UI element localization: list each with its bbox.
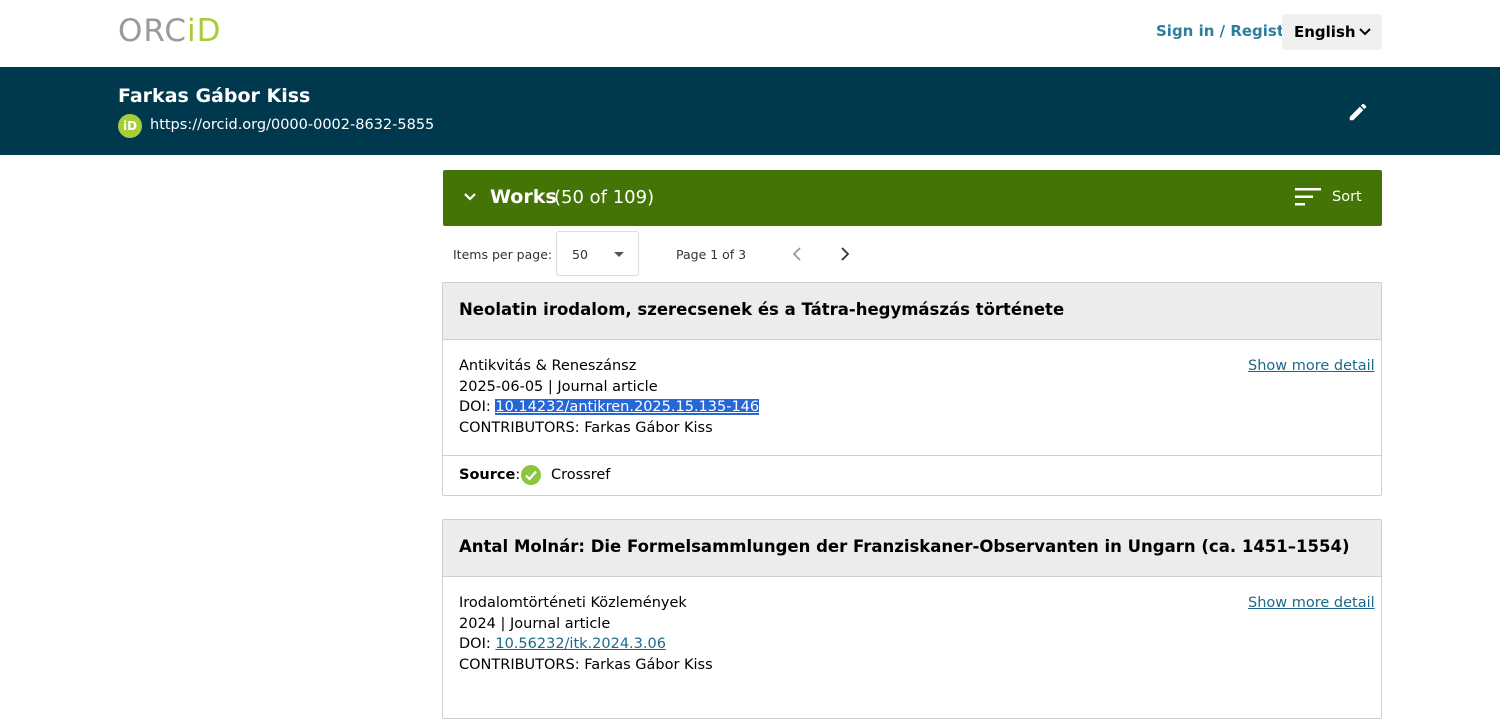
language-select[interactable]: English (1282, 14, 1382, 50)
work-journal: Antikvitás & Reneszánsz (459, 358, 637, 374)
work-doi-line: DOI: 10.14232/antikren.2025.15.135-146 (459, 397, 760, 418)
work-contributors: CONTRIBUTORS: Farkas Gábor Kiss (459, 419, 713, 436)
work-meta: 2024 | Journal article (459, 615, 611, 632)
chevron-down-icon (1359, 28, 1371, 36)
work-contributors: CONTRIBUTORS: Farkas Gábor Kiss (459, 656, 713, 673)
source-label: Source: (459, 467, 520, 483)
top-bar: ORCiD Sign in / Register English (0, 0, 1500, 67)
source-label-text: Source (459, 467, 516, 483)
work-card: Neolatin irodalom, szerecsenek és a Tátr… (442, 282, 1382, 496)
show-more-detail-link[interactable]: Show more detail (1248, 593, 1375, 614)
items-per-page-value: 50 (572, 247, 588, 262)
work-card-header: Antal Molnár: Die Formelsammlungen der F… (443, 520, 1381, 577)
logo-text-id: iD (187, 13, 222, 49)
work-card-footer: Source: Crossref (443, 455, 1381, 495)
sort-icon[interactable] (1295, 186, 1321, 208)
work-meta: 2025-06-05 | Journal article (459, 378, 658, 395)
doi-label: DOI: (459, 399, 496, 416)
work-card-header: Neolatin irodalom, szerecsenek és a Tátr… (443, 283, 1381, 340)
orcid-id-icon: iD (118, 114, 142, 138)
source-value: Crossref (551, 467, 611, 483)
work-card-body: Irodalomtörténeti Közlemények 2024 | Jou… (443, 577, 1381, 692)
show-more-detail-link[interactable]: Show more detail (1248, 356, 1375, 377)
orcid-url: https://orcid.org/0000-0002-8632-5855 (150, 117, 435, 133)
work-title: Antal Molnár: Die Formelsammlungen der F… (459, 537, 1350, 556)
language-label: English (1294, 23, 1356, 41)
edit-pencil-icon[interactable] (1347, 101, 1369, 123)
profile-header: Farkas Gábor Kiss iD https://orcid.org/0… (0, 67, 1500, 155)
source-label-sep: : (515, 467, 521, 483)
orcid-logo[interactable]: ORCiD (118, 13, 222, 49)
dropdown-caret-icon (614, 252, 624, 257)
logo-text: ORC (118, 13, 188, 49)
work-journal: Irodalomtörténeti Közlemények (459, 595, 687, 611)
next-page-icon[interactable] (838, 246, 852, 262)
verified-check-icon (521, 465, 541, 485)
work-card: Antal Molnár: Die Formelsammlungen der F… (442, 519, 1382, 719)
works-section-header[interactable]: Works (50 of 109) Sort (443, 170, 1382, 226)
collapse-chevron-icon[interactable] (463, 190, 477, 204)
previous-page-icon[interactable] (790, 246, 804, 262)
work-card-body: Antikvitás & Reneszánsz 2025-06-05 | Jou… (443, 340, 1381, 455)
doi-link[interactable]: 10.56232/itk.2024.3.06 (495, 636, 666, 652)
works-title: Works (490, 186, 557, 208)
profile-name: Farkas Gábor Kiss (118, 85, 311, 107)
page-range: Page 1 of 3 (676, 247, 747, 262)
sort-button[interactable]: Sort (1332, 189, 1362, 205)
doi-label: DOI: (459, 636, 496, 653)
work-doi-line: DOI: 10.56232/itk.2024.3.06 (459, 634, 713, 655)
work-title: Neolatin irodalom, szerecsenek és a Tátr… (459, 300, 1065, 319)
items-per-page-label: Items per page: (453, 247, 553, 262)
sign-in-register-link[interactable]: Sign in / Register (1156, 22, 1302, 40)
items-per-page-select[interactable]: 50 (556, 231, 639, 276)
works-count: (50 of 109) (554, 187, 655, 208)
doi-link[interactable]: 10.14232/antikren.2025.15.135-146 (495, 399, 760, 416)
